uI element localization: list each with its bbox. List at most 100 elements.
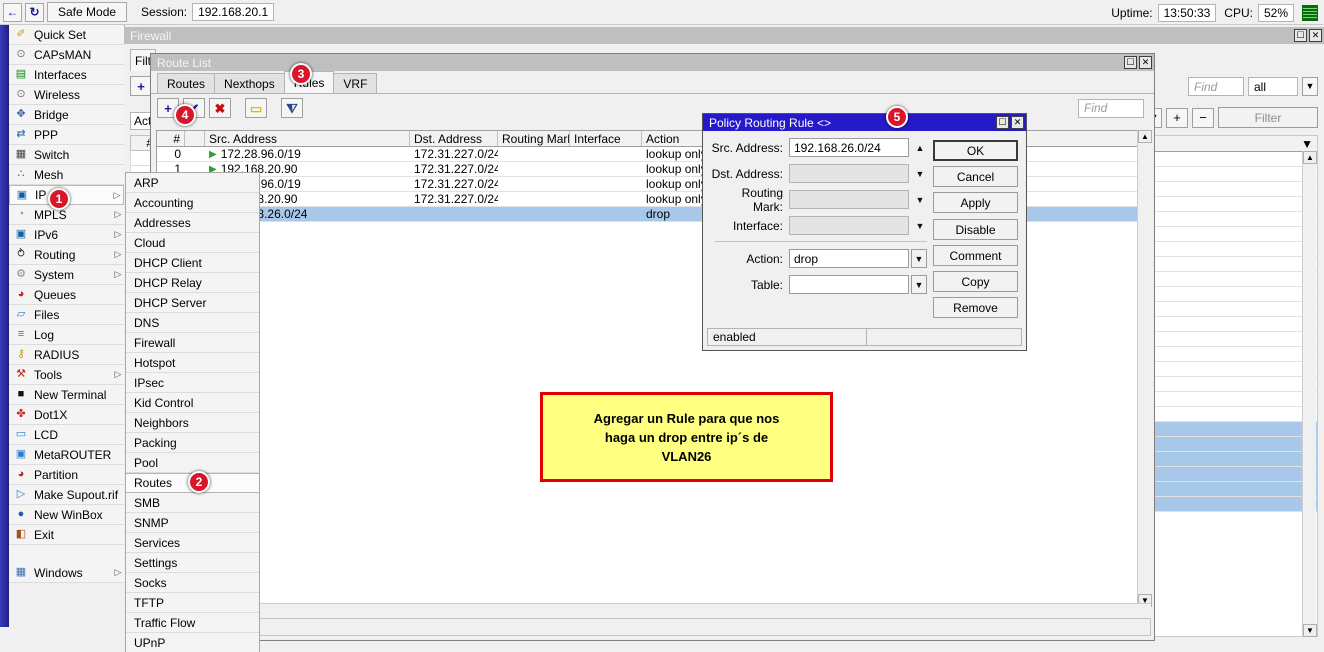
sidebar-item-new-winbox[interactable]: ●New WinBox — [9, 505, 124, 525]
scroll-down-icon[interactable]: ▼ — [1303, 624, 1317, 637]
table-row[interactable] — [1137, 497, 1317, 512]
submenu-item-upnp[interactable]: UPnP — [126, 633, 259, 652]
submenu-item-snmp[interactable]: SNMP — [126, 513, 259, 533]
dst-address-field[interactable] — [789, 164, 909, 183]
table-row[interactable] — [1137, 347, 1317, 362]
sidebar-item-lcd[interactable]: ▭LCD — [9, 425, 124, 445]
sidebar-item-wireless[interactable]: ⊙Wireless — [9, 85, 124, 105]
column-header[interactable]: # — [157, 131, 185, 146]
submenu-item-dhcp-server[interactable]: DHCP Server — [126, 293, 259, 313]
tab-routes[interactable]: Routes — [157, 73, 215, 93]
firewall-plus-button[interactable]: + — [1166, 108, 1188, 128]
table-row[interactable] — [1137, 227, 1317, 242]
table-row[interactable] — [1137, 482, 1317, 497]
sidebar-item-queues[interactable]: ◕Queues — [9, 285, 124, 305]
table-row[interactable] — [1137, 467, 1317, 482]
table-row[interactable] — [1137, 197, 1317, 212]
policy-apply-button[interactable]: Apply — [933, 192, 1018, 213]
firewall-results-grid[interactable]: ▼ — [1136, 135, 1318, 637]
back-button[interactable]: ← — [3, 3, 22, 22]
table-row[interactable] — [1137, 257, 1317, 272]
table-row[interactable] — [1137, 422, 1317, 437]
submenu-item-accounting[interactable]: Accounting — [126, 193, 259, 213]
firewall-minus-button[interactable]: − — [1192, 108, 1214, 128]
submenu-item-tftp[interactable]: TFTP — [126, 593, 259, 613]
chevron-down-icon[interactable]: ▼ — [912, 216, 928, 235]
submenu-item-packing[interactable]: Packing — [126, 433, 259, 453]
column-header[interactable]: Interface — [570, 131, 642, 146]
policy-disable-button[interactable]: Disable — [933, 219, 1018, 240]
table-row[interactable] — [1137, 182, 1317, 197]
policy-ok-button[interactable]: OK — [933, 140, 1018, 161]
dropdown-arrow-icon[interactable]: ▼ — [911, 249, 927, 268]
submenu-item-dns[interactable]: DNS — [126, 313, 259, 333]
submenu-item-ipsec[interactable]: IPsec — [126, 373, 259, 393]
sidebar-item-mpls[interactable]: ◔MPLS▷ — [9, 205, 124, 225]
chevron-down-icon[interactable]: ▼ — [1302, 77, 1318, 96]
route-list-vscrollbar[interactable]: ▲ ▼ — [1137, 130, 1151, 607]
table-row[interactable] — [1137, 392, 1317, 407]
sidebar-item-ipv6[interactable]: ▣IPv6▷ — [9, 225, 124, 245]
route-comment-button[interactable]: ▭ — [245, 98, 267, 118]
session-value[interactable]: 192.168.20.1 — [192, 3, 274, 21]
interface-field[interactable] — [789, 216, 909, 235]
firewall-all-select[interactable]: all — [1248, 77, 1298, 96]
firewall-vscrollbar[interactable]: ▲ ▼ — [1302, 151, 1316, 637]
chevron-down-icon[interactable]: ▼ — [912, 190, 928, 209]
scroll-up-icon[interactable]: ▲ — [1138, 130, 1152, 143]
column-header[interactable]: Routing Mark — [498, 131, 570, 146]
sidebar-item-windows[interactable]: ▦ Windows ▷ — [9, 563, 124, 583]
sidebar-item-files[interactable]: ▱Files — [9, 305, 124, 325]
submenu-item-services[interactable]: Services — [126, 533, 259, 553]
routing-mark-field[interactable] — [789, 190, 909, 209]
table-row[interactable] — [1137, 362, 1317, 377]
sidebar-item-mesh[interactable]: ∴Mesh — [9, 165, 124, 185]
chevron-up-icon[interactable]: ▲ — [912, 138, 928, 157]
route-disable-button[interactable]: ✖ — [209, 98, 231, 118]
firewall-add-button[interactable]: plus-icon+ — [130, 76, 152, 96]
policy-remove-button[interactable]: Remove — [933, 297, 1018, 318]
policy-dialog-title-bar[interactable]: Policy Routing Rule <> ☐ ✕ — [703, 114, 1026, 131]
close-icon[interactable]: ✕ — [1309, 29, 1322, 42]
sidebar-item-make-supout-rif[interactable]: ▷Make Supout.rif — [9, 485, 124, 505]
tab-nexthops[interactable]: Nexthops — [214, 73, 285, 93]
table-row[interactable] — [1137, 317, 1317, 332]
table-row[interactable] — [1137, 272, 1317, 287]
src-address-field[interactable]: 192.168.26.0/24 — [789, 138, 909, 157]
firewall-title-bar[interactable]: Firewall ☐ ✕ — [124, 27, 1324, 44]
column-header[interactable]: Src. Address — [205, 131, 410, 146]
route-list-hscrollbar[interactable] — [156, 603, 1151, 616]
column-header[interactable]: Dst. Address — [410, 131, 498, 146]
firewall-find-input[interactable]: Find — [1188, 77, 1244, 96]
submenu-item-socks[interactable]: Socks — [126, 573, 259, 593]
safe-mode-button[interactable]: Safe Mode — [47, 2, 127, 22]
sidebar-item-log[interactable]: ≡Log — [9, 325, 124, 345]
sidebar-item-capsman[interactable]: ⊙CAPsMAN — [9, 45, 124, 65]
sidebar-item-bridge[interactable]: ✥Bridge — [9, 105, 124, 125]
sidebar-item-radius[interactable]: ⚷RADIUS — [9, 345, 124, 365]
sidebar-item-system[interactable]: ⚙System▷ — [9, 265, 124, 285]
chevron-down-icon[interactable]: ▼ — [912, 164, 928, 183]
submenu-item-dhcp-client[interactable]: DHCP Client — [126, 253, 259, 273]
submenu-item-traffic-flow[interactable]: Traffic Flow — [126, 613, 259, 633]
submenu-item-dhcp-relay[interactable]: DHCP Relay — [126, 273, 259, 293]
sidebar-item-new-terminal[interactable]: ■New Terminal — [9, 385, 124, 405]
table-row[interactable] — [1137, 407, 1317, 422]
table-row[interactable] — [1137, 287, 1317, 302]
column-header-menu[interactable]: ▼ — [1137, 136, 1317, 151]
sidebar-item-ppp[interactable]: ⇄PPP — [9, 125, 124, 145]
submenu-item-arp[interactable]: ARP — [126, 173, 259, 193]
submenu-item-addresses[interactable]: Addresses — [126, 213, 259, 233]
submenu-item-kid-control[interactable]: Kid Control — [126, 393, 259, 413]
sidebar-item-dot1x[interactable]: ✤Dot1X — [9, 405, 124, 425]
table-row[interactable] — [1137, 212, 1317, 227]
maximize-icon[interactable]: ☐ — [996, 116, 1009, 129]
table-row[interactable] — [1137, 437, 1317, 452]
table-row[interactable] — [1137, 242, 1317, 257]
policy-copy-button[interactable]: Copy — [933, 271, 1018, 292]
sidebar-item-tools[interactable]: ⚒Tools▷ — [9, 365, 124, 385]
sidebar-item-quick-set[interactable]: ✐Quick Set — [9, 25, 124, 45]
sidebar-item-switch[interactable]: ▦Switch — [9, 145, 124, 165]
sidebar-item-partition[interactable]: ◕Partition — [9, 465, 124, 485]
sidebar-item-exit[interactable]: ◧Exit — [9, 525, 124, 545]
